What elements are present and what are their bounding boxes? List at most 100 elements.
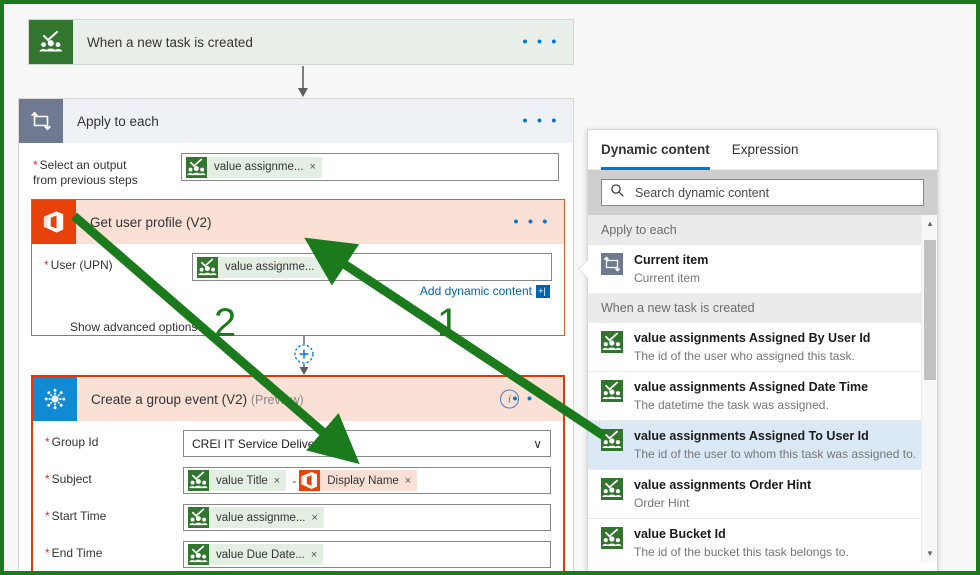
planner-icon <box>601 527 623 549</box>
office365-groups-icon <box>33 377 77 421</box>
screenshot-frame: When a new task is created • • • Apply t… <box>0 0 980 575</box>
trigger-card-header[interactable]: When a new task is created • • • <box>29 20 573 64</box>
end-time-row: * End Time value Due Date... × <box>45 541 551 568</box>
dynamic-token[interactable]: value assignme... × <box>186 156 322 178</box>
trigger-menu-button[interactable]: • • • <box>522 35 559 50</box>
list-item-selected[interactable]: value assignments Assigned To User Id Th… <box>588 421 937 470</box>
show-advanced-options-button[interactable]: Show advanced options ⌄ <box>44 320 552 334</box>
create-group-event-menu-button[interactable]: • • • <box>512 392 549 407</box>
list-item[interactable]: value assignments Assigned Date Time The… <box>588 372 937 421</box>
add-step-connector[interactable] <box>288 336 322 376</box>
tab-dynamic-content[interactable]: Dynamic content <box>601 130 710 170</box>
office365-icon <box>32 200 76 244</box>
preview-badge: (Preview) <box>250 392 304 407</box>
close-icon[interactable]: × <box>274 475 286 487</box>
panel-callout-arrow <box>579 260 588 278</box>
close-icon[interactable]: × <box>312 512 324 524</box>
list-item-name: value Bucket Id <box>634 527 726 541</box>
list-item[interactable]: Current item Current item <box>588 245 937 293</box>
apply-to-each-header[interactable]: Apply to each • • • <box>19 99 573 143</box>
list-item[interactable]: value assignments Assigned By User Id Th… <box>588 323 937 372</box>
loop-icon <box>601 253 623 275</box>
close-icon[interactable]: × <box>405 475 417 487</box>
planner-icon <box>601 478 623 500</box>
required-asterisk: * <box>45 435 50 449</box>
planner-icon <box>601 429 623 451</box>
planner-icon <box>601 331 623 353</box>
select-output-label: * Select an output from previous steps <box>33 158 138 187</box>
start-time-row: * Start Time value assignme... × <box>45 504 551 531</box>
list-scrollbar[interactable]: ▲ ▼ <box>921 215 937 562</box>
dynamic-token[interactable]: value Due Date... × <box>188 544 324 565</box>
dynamic-content-list[interactable]: Apply to each Current item Current item … <box>588 215 937 562</box>
create-group-event-title: Create a group event (V2) (Preview) <box>91 391 304 407</box>
search-placeholder: Search dynamic content <box>635 185 770 200</box>
list-group-header: Apply to each <box>588 215 937 245</box>
group-id-dropdown[interactable]: CREI IT Service Delivery ∨ <box>183 430 551 457</box>
group-id-row: * Group Id CREI IT Service Delivery ∨ <box>45 430 551 457</box>
create-group-event-header[interactable]: Create a group event (V2) (Preview) i • … <box>33 377 563 421</box>
select-output-row: * Select an output from previous steps v… <box>33 153 559 188</box>
chevron-down-icon[interactable]: ∨ <box>533 437 546 451</box>
list-item[interactable]: value Bucket Id The id of the bucket thi… <box>588 519 937 562</box>
token-label: value assignme... <box>225 261 315 273</box>
get-user-profile-title: Get user profile (V2) <box>90 214 212 230</box>
apply-to-each-title: Apply to each <box>77 113 159 129</box>
close-icon[interactable]: × <box>321 261 333 273</box>
connector-trigger-to-loop <box>298 66 308 97</box>
required-asterisk: * <box>45 472 50 486</box>
list-item-name: value assignments Assigned By User Id <box>634 331 871 345</box>
trigger-card[interactable]: When a new task is created • • • <box>28 19 574 65</box>
scroll-up-icon[interactable]: ▲ <box>922 215 937 232</box>
user-upn-row: * User (UPN) value assignme... × <box>44 253 552 281</box>
dynamic-token[interactable]: value assignme... × <box>188 507 324 528</box>
dynamic-content-search-area: Search dynamic content <box>588 170 937 215</box>
list-item-name: value assignments Assigned Date Time <box>634 380 869 394</box>
required-asterisk: * <box>45 546 50 560</box>
subject-row: * Subject value Title × - Display Name × <box>45 467 551 494</box>
user-upn-input[interactable]: value assignme... × <box>192 253 552 281</box>
close-icon[interactable]: × <box>311 549 323 561</box>
token-label: Display Name <box>327 474 399 487</box>
subject-input[interactable]: value Title × - Display Name × <box>183 467 551 494</box>
planner-icon <box>186 156 207 178</box>
get-user-profile-body: * User (UPN) value assignme... × Add dyn… <box>32 244 564 334</box>
close-icon[interactable]: × <box>310 161 322 173</box>
list-item-name: value assignments Assigned To User Id <box>634 429 869 443</box>
list-item-description: Order Hint <box>634 496 690 510</box>
scroll-down-icon[interactable]: ▼ <box>922 545 937 562</box>
end-time-label: * End Time <box>45 546 103 560</box>
loop-icon <box>19 99 63 143</box>
tab-expression[interactable]: Expression <box>732 130 799 170</box>
dynamic-token[interactable]: value assignme... × <box>197 256 333 278</box>
token-separator: - <box>292 473 297 488</box>
planner-icon <box>188 507 209 528</box>
search-icon <box>610 183 625 203</box>
scrollbar-thumb[interactable] <box>924 240 936 380</box>
get-user-profile-menu-button[interactable]: • • • <box>513 215 550 230</box>
get-user-profile-header[interactable]: Get user profile (V2) • • • <box>32 200 564 244</box>
dynamic-token[interactable]: value Title × <box>188 470 287 491</box>
trigger-title: When a new task is created <box>87 34 253 50</box>
select-output-field[interactable]: value assignme... × <box>181 153 559 181</box>
add-dynamic-content-link[interactable]: Add dynamic content +| <box>44 284 552 298</box>
dynamic-token[interactable]: Display Name × <box>299 470 418 491</box>
apply-to-each-menu-button[interactable]: • • • <box>522 114 559 129</box>
token-label: value Title <box>216 474 268 487</box>
token-label: value assignme... <box>216 511 306 524</box>
list-item-description: The id of the user to whom this task was… <box>634 447 917 461</box>
office365-icon <box>299 470 321 491</box>
planner-icon <box>197 256 218 278</box>
token-label: value Due Date... <box>216 548 305 561</box>
list-group-header: When a new task is created <box>588 293 937 323</box>
plus-icon: +| <box>536 285 550 298</box>
user-upn-label: * User (UPN) <box>44 258 113 272</box>
list-item[interactable]: value assignments Order Hint Order Hint <box>588 470 937 519</box>
group-id-value: CREI IT Service Delivery <box>192 436 325 451</box>
dynamic-content-panel: Dynamic content Expression Search dynami… <box>579 129 938 571</box>
search-input[interactable]: Search dynamic content <box>601 179 924 206</box>
end-time-input[interactable]: value Due Date... × <box>183 541 551 568</box>
start-time-input[interactable]: value assignme... × <box>183 504 551 531</box>
planner-icon <box>188 544 209 565</box>
required-asterisk: * <box>45 509 50 523</box>
